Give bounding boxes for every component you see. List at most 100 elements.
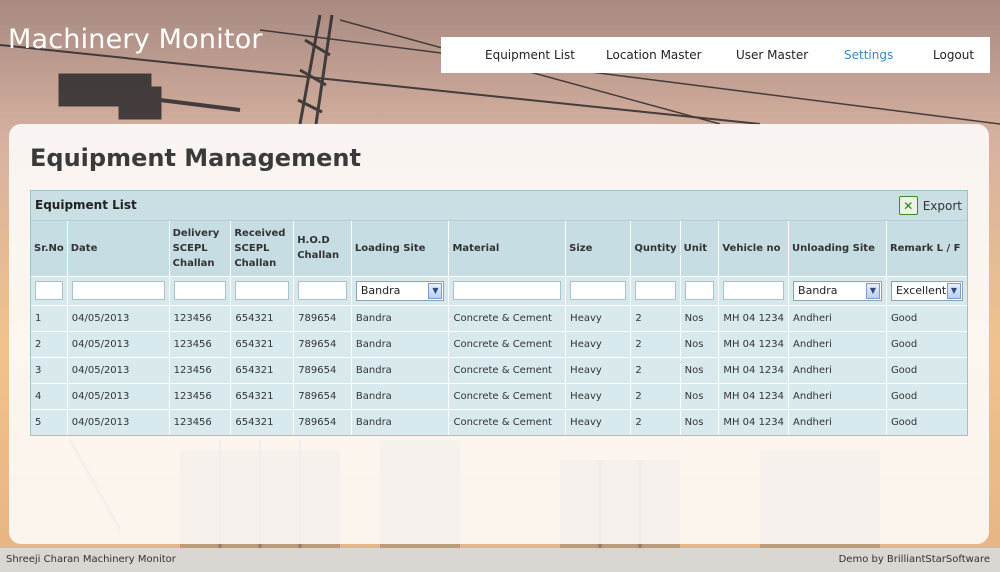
col-header-size[interactable]: Size — [565, 221, 632, 276]
cell-size: Heavy — [565, 356, 632, 383]
cell-srno: 1 — [31, 304, 68, 331]
equipment-table: Sr.No Date Delivery SCEPL Challan Received… — [31, 221, 967, 435]
table-row[interactable]: 3 04/05/2013 123456 654321 789654 Bandra Concr… — [31, 356, 967, 383]
cell-srno: 4 — [31, 382, 68, 409]
cell-unloading-site: Andheri — [788, 356, 887, 383]
filter-hod-challan-input[interactable] — [298, 281, 347, 300]
cell-material: Concrete & Cement — [448, 356, 567, 383]
cell-date: 04/05/2013 — [67, 382, 170, 409]
chevron-down-icon: ▼ — [428, 282, 443, 299]
cell-remark: Good — [886, 304, 967, 331]
col-header-material[interactable]: Material — [448, 221, 567, 276]
filter-size-input[interactable] — [570, 281, 627, 300]
col-header-received-challan[interactable]: Received SCEPL Challan — [230, 221, 295, 276]
table-row[interactable]: 5 04/05/2013 123456 654321 789654 Bandra Concr… — [31, 408, 967, 435]
footer-credit: Demo by BrilliantStarSoftware — [838, 554, 990, 565]
cell-loading-site: Bandra — [351, 356, 450, 383]
cell-received-challan: 654321 — [230, 330, 295, 357]
cell-hod-challan: 789654 — [293, 356, 352, 383]
cell-material: Concrete & Cement — [448, 408, 567, 435]
cell-unloading-site: Andheri — [788, 382, 887, 409]
col-header-unit[interactable]: Unit — [680, 221, 720, 276]
cell-received-challan: 654321 — [230, 356, 295, 383]
cell-hod-challan: 789654 — [293, 304, 352, 331]
cell-received-challan: 654321 — [230, 408, 295, 435]
cell-loading-site: Bandra — [351, 408, 450, 435]
filter-date-input[interactable] — [71, 281, 165, 300]
cell-unit: Nos — [680, 356, 720, 383]
col-header-hod-challan[interactable]: H.O.D Challan — [293, 221, 352, 276]
filter-loading-site-select[interactable]: Bandra ▼ — [355, 280, 445, 301]
cell-quantity: 2 — [630, 304, 681, 331]
filter-vehicle-no-input[interactable] — [723, 281, 785, 300]
col-header-loading-site[interactable]: Loading Site — [351, 221, 450, 276]
cell-vehicle-no: MH 04 1234 — [718, 382, 790, 409]
cell-quantity: 2 — [630, 330, 681, 357]
export-button[interactable]: ✕ Export — [898, 196, 962, 215]
nav-logout[interactable]: Logout — [933, 48, 974, 62]
cell-remark: Good — [886, 356, 967, 383]
cell-vehicle-no: MH 04 1234 — [718, 356, 790, 383]
footer-left-text: Shreeji Charan Machinery Monitor — [6, 554, 176, 565]
cell-unit: Nos — [680, 382, 720, 409]
cell-unit: Nos — [680, 330, 720, 357]
filter-delivery-challan-input[interactable] — [173, 281, 227, 300]
cell-unloading-site: Andheri — [788, 330, 887, 357]
cell-hod-challan: 789654 — [293, 330, 352, 357]
cell-quantity: 2 — [630, 356, 681, 383]
col-header-srno[interactable]: Sr.No — [31, 221, 68, 276]
cell-material: Concrete & Cement — [448, 382, 567, 409]
cell-unloading-site: Andheri — [788, 408, 887, 435]
col-header-quantity[interactable]: Quntity — [630, 221, 681, 276]
col-header-remark[interactable]: Remark L / F — [886, 221, 967, 276]
cell-srno: 3 — [31, 356, 68, 383]
chevron-down-icon: ▼ — [865, 282, 880, 299]
cell-unit: Nos — [680, 408, 720, 435]
cell-vehicle-no: MH 04 1234 — [718, 330, 790, 357]
table-row[interactable]: 4 04/05/2013 123456 654321 789654 Bandra Concr… — [31, 382, 967, 409]
cell-loading-site: Bandra — [351, 330, 450, 357]
excel-icon: ✕ — [898, 196, 918, 215]
cell-loading-site: Bandra — [351, 304, 450, 331]
grid-caption: Equipment List — [35, 198, 137, 212]
cell-vehicle-no: MH 04 1234 — [718, 304, 790, 331]
cell-date: 04/05/2013 — [67, 408, 170, 435]
cell-size: Heavy — [565, 382, 632, 409]
nav-user-master[interactable]: User Master — [736, 48, 808, 62]
cell-unit: Nos — [680, 304, 720, 331]
filter-unit-input[interactable] — [684, 281, 715, 300]
cell-quantity: 2 — [630, 382, 681, 409]
cell-srno: 2 — [31, 330, 68, 357]
chevron-down-icon: ▼ — [947, 282, 961, 299]
cell-remark: Good — [886, 330, 967, 357]
nav-equipment-list[interactable]: Equipment List — [485, 48, 575, 62]
cell-delivery-challan: 123456 — [169, 304, 232, 331]
col-header-vehicle-no[interactable]: Vehicle no — [718, 221, 790, 276]
table-row[interactable]: 2 04/05/2013 123456 654321 789654 Bandra Concr… — [31, 330, 967, 357]
cell-delivery-challan: 123456 — [169, 408, 232, 435]
cell-size: Heavy — [565, 304, 632, 331]
cell-delivery-challan: 123456 — [169, 330, 232, 357]
filter-received-challan-input[interactable] — [235, 281, 290, 300]
filter-unloading-site-select[interactable]: Bandra ▼ — [793, 280, 882, 301]
nav-settings[interactable]: Settings — [844, 48, 893, 62]
nav-location-master[interactable]: Location Master — [606, 48, 702, 62]
cell-material: Concrete & Cement — [448, 304, 567, 331]
equipment-grid: Equipment List ✕ Export Sr.No Date Deliv… — [30, 190, 968, 436]
table-row[interactable]: 1 04/05/2013 123456 654321 789654 Bandra Concr… — [31, 304, 967, 331]
cell-size: Heavy — [565, 408, 632, 435]
col-header-date[interactable]: Date — [67, 221, 170, 276]
cell-hod-challan: 789654 — [293, 382, 352, 409]
col-header-delivery-challan[interactable]: Delivery SCEPL Challan — [169, 221, 232, 276]
filter-material-input[interactable] — [453, 281, 562, 300]
cell-delivery-challan: 123456 — [169, 382, 232, 409]
cell-date: 04/05/2013 — [67, 356, 170, 383]
filter-row: Bandra ▼ Bandra ▼ Excellent ▼ — [31, 275, 967, 305]
filter-srno-input[interactable] — [35, 281, 63, 300]
filter-remark-select[interactable]: Excellent ▼ — [890, 280, 963, 301]
cell-hod-challan: 789654 — [293, 408, 352, 435]
filter-quantity-input[interactable] — [635, 281, 676, 300]
cell-remark: Good — [886, 408, 967, 435]
col-header-unloading-site[interactable]: Unloading Site — [788, 221, 887, 276]
cell-material: Concrete & Cement — [448, 330, 567, 357]
